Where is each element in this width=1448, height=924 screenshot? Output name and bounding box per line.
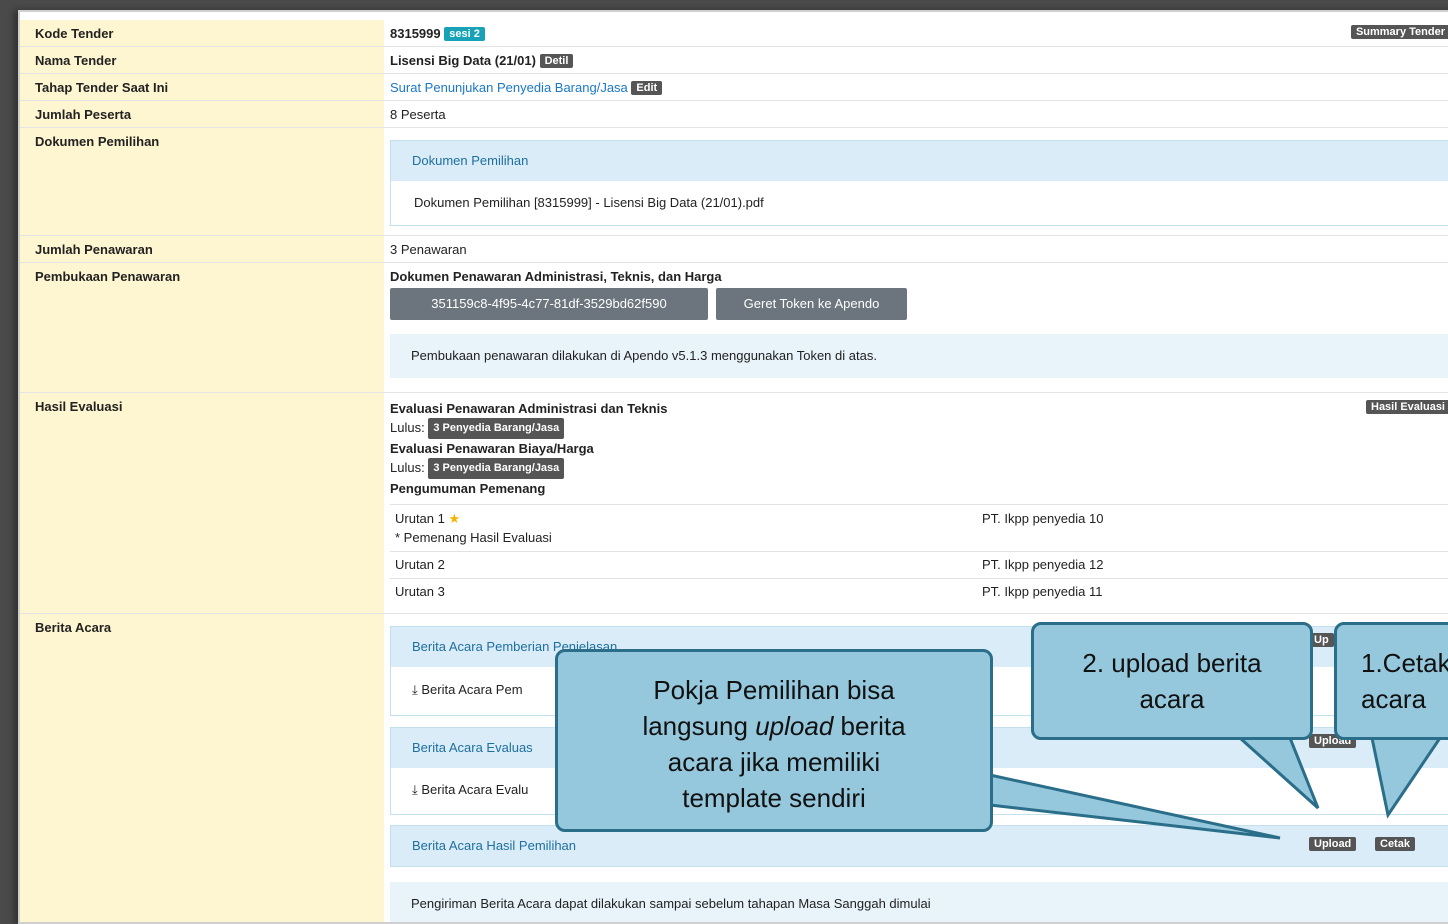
pokja-callout: Pokja Pemilihan bisa langsung upload ber… xyxy=(555,649,993,832)
cetak-callout-line1: 1.Cetak xyxy=(1361,648,1448,678)
upload-callout-tail xyxy=(1236,736,1320,810)
pokja-callout-line2a: langsung xyxy=(642,711,756,741)
pokja-callout-upload-em: upload xyxy=(755,711,834,741)
pokja-callout-line1: Pokja Pemilihan bisa xyxy=(653,675,895,705)
pokja-callout-line2b: berita xyxy=(833,711,906,741)
upload-callout: 2. upload berita acara xyxy=(1031,622,1313,740)
pokja-callout-line4: template sendiri xyxy=(682,783,866,813)
upload-callout-line2: acara xyxy=(1139,684,1205,714)
cetak-callout-tail xyxy=(1370,736,1443,819)
upload-callout-line1: 2. upload berita xyxy=(1082,648,1262,678)
pokja-callout-line3: acara jika memiliki xyxy=(667,747,881,777)
cetak-callout-line2: acara xyxy=(1361,684,1427,714)
pokja-callout-tail xyxy=(988,773,1281,840)
cetak-callout: 1.Cetak acara xyxy=(1334,622,1448,740)
